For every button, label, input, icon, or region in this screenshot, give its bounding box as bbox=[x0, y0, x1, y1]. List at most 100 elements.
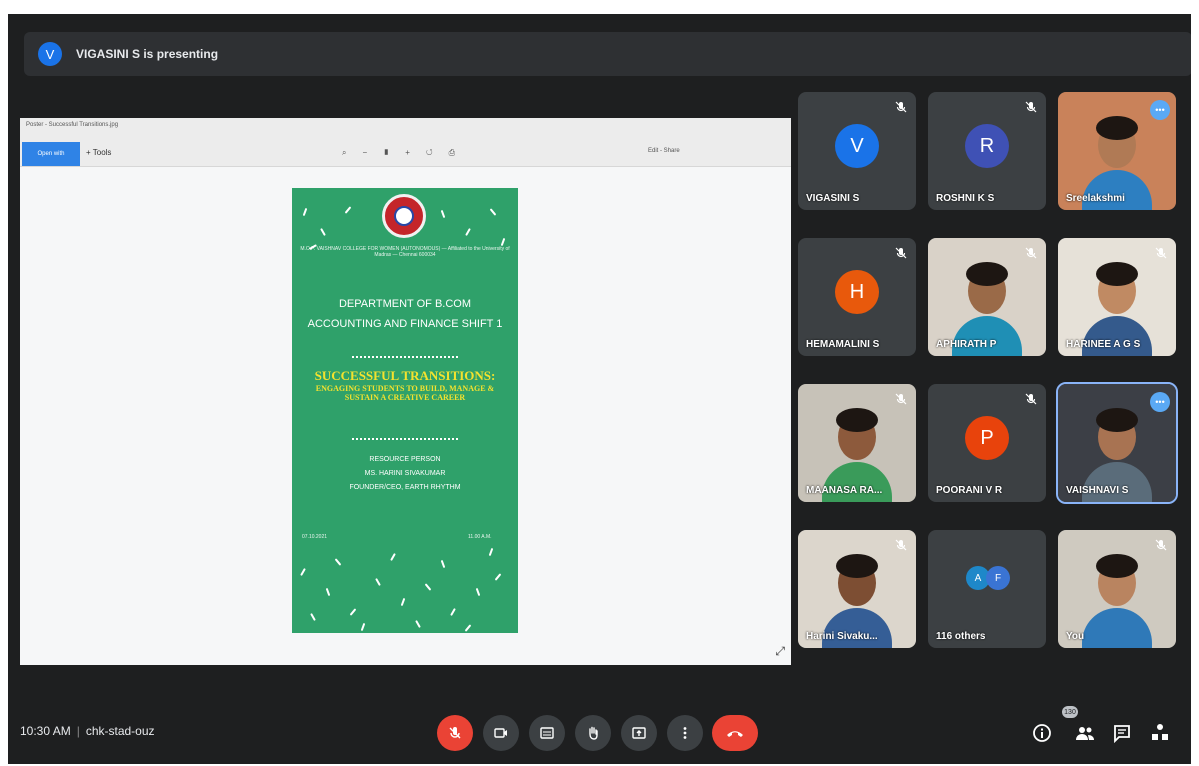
participant-name: POORANI V R bbox=[936, 485, 1003, 496]
college-logo bbox=[382, 194, 426, 238]
participant-body bbox=[822, 462, 892, 502]
mic-off-button[interactable] bbox=[437, 715, 473, 751]
participant-tile[interactable]: You bbox=[1058, 530, 1176, 648]
participant-name: 116 others bbox=[936, 631, 986, 642]
participant-tile[interactable]: R ROSHNI K S bbox=[928, 92, 1046, 210]
tile-options-button[interactable]: ••• bbox=[1150, 392, 1170, 412]
meet-window: V VIGASINI S is presenting Poster - Succ… bbox=[8, 14, 1191, 764]
participant-tile[interactable]: Harini Sivaku... bbox=[798, 530, 916, 648]
resource-name: MS. HARINI SIVAKUMAR bbox=[364, 470, 446, 477]
captions-icon bbox=[540, 727, 554, 739]
sprinkle bbox=[415, 620, 421, 628]
participant-name: You bbox=[1066, 631, 1085, 642]
activities-button[interactable] bbox=[1149, 722, 1171, 744]
participant-name: VIGASINI S bbox=[806, 193, 860, 204]
participant-body bbox=[822, 608, 892, 648]
presenting-bar: V VIGASINI S is presenting bbox=[24, 32, 1191, 76]
tools-button[interactable]: + Tools bbox=[86, 148, 111, 157]
participant-tile[interactable]: ••• VAISHNAVI S bbox=[1056, 382, 1178, 504]
sprinkle bbox=[344, 206, 352, 214]
sprinkle bbox=[465, 228, 471, 236]
leave-call-button[interactable] bbox=[712, 715, 758, 751]
participant-tile[interactable]: APHIRATH P bbox=[928, 238, 1046, 356]
sprinkle bbox=[488, 547, 494, 557]
sprinkle bbox=[400, 597, 406, 607]
tile-options-button[interactable]: ••• bbox=[1150, 100, 1170, 120]
shared-screen[interactable]: Poster - Successful Transitions.jpg Open… bbox=[20, 118, 791, 665]
sprinkle bbox=[489, 208, 497, 216]
sprinkle bbox=[494, 573, 502, 581]
sprinkle bbox=[390, 553, 396, 561]
resource-title: FOUNDER/CEO, EARTH RHYTHM bbox=[349, 484, 461, 491]
participant-name: HARINEE A G S bbox=[1066, 339, 1141, 350]
participant-tile[interactable]: ••• Sreelakshmi bbox=[1058, 92, 1176, 210]
mic-off-icon bbox=[449, 727, 461, 739]
participant-tile[interactable]: MAANASA RA... bbox=[798, 384, 916, 502]
divider bbox=[352, 438, 458, 440]
sprinkle bbox=[464, 624, 472, 632]
sprinkle bbox=[440, 559, 446, 569]
more-options-button[interactable] bbox=[667, 715, 703, 751]
college-name: M.O.P. VAISHNAV COLLEGE FOR WOMEN (AUTON… bbox=[300, 246, 510, 258]
department-title: DEPARTMENT OF B.COM ACCOUNTING AND FINAN… bbox=[292, 294, 518, 334]
participant-hair bbox=[836, 408, 878, 432]
bottom-bar: 10:30 AM | chk-stad-ouz 130 bbox=[8, 702, 1191, 764]
department-line-2: ACCOUNTING AND FINANCE SHIFT 1 bbox=[307, 318, 503, 330]
document-name: Poster - Successful Transitions.jpg bbox=[26, 122, 119, 128]
sprinkle bbox=[440, 209, 446, 219]
sprinkle bbox=[320, 228, 326, 236]
open-with-button[interactable]: Open with bbox=[22, 142, 80, 166]
participant-name: ROSHNI K S bbox=[936, 193, 995, 204]
participant-tile[interactable]: A F 116 others bbox=[928, 530, 1046, 648]
participant-tile[interactable]: V VIGASINI S bbox=[798, 92, 916, 210]
meeting-details-button[interactable] bbox=[1031, 722, 1053, 744]
sprinkle bbox=[310, 613, 316, 621]
mic-off-icon bbox=[1155, 247, 1167, 259]
mic-off-icon bbox=[1025, 247, 1037, 259]
sprinkle bbox=[424, 583, 432, 591]
participant-name: Harini Sivaku... bbox=[806, 631, 878, 642]
hand-icon bbox=[589, 726, 598, 740]
present-icon bbox=[632, 727, 646, 739]
captions-button[interactable] bbox=[529, 715, 565, 751]
resize-icon[interactable]: ⤢ bbox=[775, 644, 785, 659]
mic-off-icon bbox=[1025, 101, 1037, 113]
mic-off-icon bbox=[1025, 393, 1037, 405]
participant-avatar: H bbox=[835, 270, 879, 314]
chat-button[interactable] bbox=[1111, 722, 1133, 744]
participant-hair bbox=[836, 554, 878, 578]
participant-hair bbox=[1096, 262, 1138, 286]
mic-off-icon bbox=[895, 247, 907, 259]
sprinkle bbox=[450, 608, 456, 616]
edit-share-tools[interactable]: Edit - Share bbox=[648, 148, 680, 154]
people-button[interactable] bbox=[1074, 722, 1096, 744]
resource-label: RESOURCE PERSON bbox=[369, 456, 441, 463]
participant-hair bbox=[1096, 554, 1138, 578]
info-icon bbox=[1033, 724, 1051, 742]
zoom-tools[interactable]: ⌕−▮+↺⎙ bbox=[342, 148, 471, 158]
sprinkle bbox=[500, 237, 506, 247]
people-icon bbox=[1076, 727, 1094, 740]
participant-name: MAANASA RA... bbox=[806, 485, 883, 496]
department-line-1: DEPARTMENT OF B.COM bbox=[338, 298, 471, 310]
presenter-avatar: V bbox=[38, 42, 62, 66]
sprinkle bbox=[475, 587, 481, 597]
participant-tile[interactable]: HARINEE A G S bbox=[1058, 238, 1176, 356]
activities-icon bbox=[1152, 724, 1168, 740]
participant-tile[interactable]: H HEMAMALINI S bbox=[798, 238, 916, 356]
presenting-text: VIGASINI S is presenting bbox=[76, 47, 219, 61]
participant-body bbox=[1082, 608, 1152, 648]
participant-avatar: V bbox=[835, 124, 879, 168]
camera-off-button[interactable] bbox=[483, 715, 519, 751]
divider bbox=[352, 356, 458, 358]
participant-tile[interactable]: P POORANI V R bbox=[928, 384, 1046, 502]
people-count-badge: 130 bbox=[1062, 706, 1078, 718]
event-date: 07.10.2021 bbox=[302, 534, 328, 540]
participant-name: Sreelakshmi bbox=[1066, 193, 1125, 204]
event-subtitle: ENGAGING STUDENTS TO BUILD, MANAGE & SUS… bbox=[315, 384, 495, 402]
participant-hair bbox=[1096, 408, 1138, 432]
raise-hand-button[interactable] bbox=[575, 715, 611, 751]
participant-hair bbox=[1096, 116, 1138, 140]
present-button[interactable] bbox=[621, 715, 657, 751]
participant-name: APHIRATH P bbox=[936, 339, 997, 350]
